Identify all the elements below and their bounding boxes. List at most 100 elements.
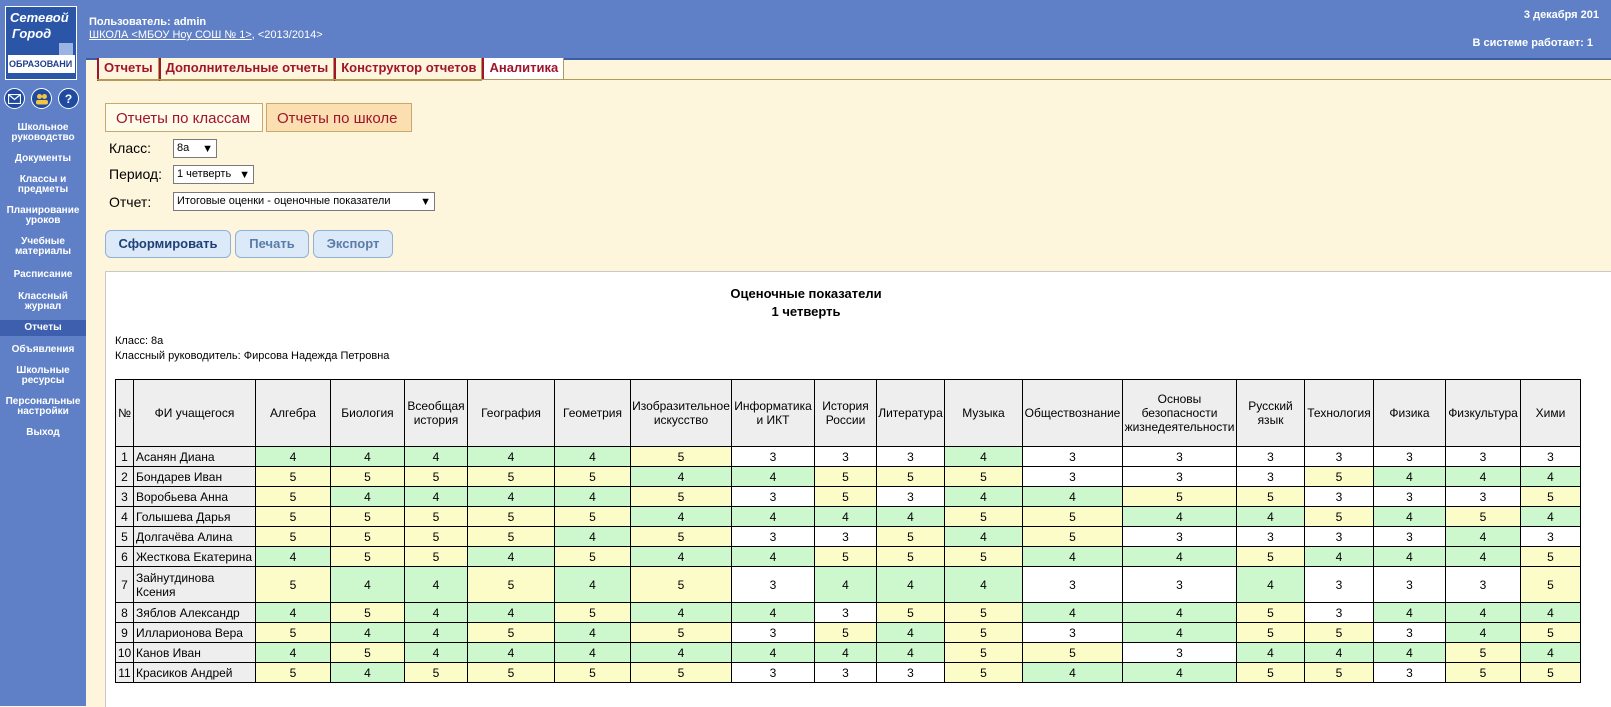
grade-cell: 3	[814, 602, 877, 623]
tab-report-builder[interactable]: Конструктор отчетов	[334, 58, 483, 81]
sidebar-item-class-journal[interactable]: Классный журнал	[0, 289, 86, 315]
sidebar-item-learning-materials[interactable]: Учебные материалы	[0, 234, 86, 260]
column-header: Литература	[876, 379, 945, 447]
grade-cell: 4	[404, 486, 468, 507]
grade-cell: 4	[1373, 602, 1446, 623]
grade-cell: 4	[630, 546, 732, 567]
row-number: 3	[115, 486, 134, 507]
tab-additional-reports[interactable]: Дополнительные отчеты	[158, 58, 335, 81]
subtab-school-reports[interactable]: Отчеты по школе	[266, 103, 412, 132]
grade-cell: 3	[731, 622, 815, 643]
export-button[interactable]: Экспорт	[313, 230, 393, 258]
sidebar-item-reports[interactable]: Отчеты	[0, 320, 86, 336]
grade-cell: 5	[330, 602, 405, 623]
grade-cell: 4	[814, 506, 877, 527]
report-select[interactable]: Итоговые оценки - оценочные показатели ▼	[173, 192, 435, 211]
column-header: Геометрия	[554, 379, 631, 447]
sidebar-item-school-resources[interactable]: Школьные ресурсы	[0, 363, 86, 389]
sidebar-item-logout[interactable]: Выход	[0, 425, 86, 441]
grade-cell: 5	[255, 526, 331, 547]
grade-cell: 3	[731, 446, 815, 467]
grade-cell: 5	[404, 662, 468, 683]
sidebar-icons: ?	[4, 88, 79, 109]
generate-button[interactable]: Сформировать	[105, 230, 231, 258]
sidebar-item-lesson-planning[interactable]: Планирование уроков	[0, 203, 86, 229]
grade-cell: 5	[554, 466, 631, 487]
current-date: 3 декабря 201	[1523, 9, 1599, 21]
sidebar-item-documents[interactable]: Документы	[0, 151, 86, 167]
grade-cell: 4	[876, 642, 945, 663]
grade-cell: 3	[1373, 566, 1446, 603]
grade-cell: 5	[1445, 662, 1521, 683]
grade-cell: 3	[1304, 486, 1374, 507]
logo-line3: ОБРАЗОВАНИ	[8, 55, 75, 73]
period-select-value: 1 четверть	[177, 168, 232, 180]
grade-cell: 4	[554, 526, 631, 547]
grade-cell: 3	[1445, 446, 1521, 467]
grade-cell: 4	[1022, 662, 1123, 683]
grade-cell: 3	[1022, 446, 1123, 467]
grade-cell: 5	[814, 486, 877, 507]
sidebar-item-schedule[interactable]: Расписание	[0, 267, 86, 283]
subtab-class-reports[interactable]: Отчеты по классам	[105, 103, 263, 132]
grade-cell: 3	[1022, 466, 1123, 487]
grade-cell: 4	[944, 566, 1023, 603]
grade-cell: 4	[255, 546, 331, 567]
print-button[interactable]: Печать	[235, 230, 309, 258]
grade-cell: 5	[630, 486, 732, 507]
grade-cell: 3	[1520, 526, 1581, 547]
sidebar-item-classes-subjects[interactable]: Классы и предметы	[0, 172, 86, 198]
column-header: Информатика и ИКТ	[731, 379, 815, 447]
users-icon[interactable]	[31, 88, 52, 109]
class-select[interactable]: 8а ▼	[173, 139, 217, 158]
column-header: География	[467, 379, 555, 447]
grade-cell: 5	[330, 546, 405, 567]
student-name: Асанян Диана	[133, 446, 256, 467]
chevron-down-icon: ▼	[420, 196, 431, 208]
grade-cell: 5	[404, 466, 468, 487]
student-name: Илларионова Вера	[133, 622, 256, 643]
sidebar-item-school-management[interactable]: Школьное руководство	[0, 120, 86, 146]
sidebar-menu: Школьное руководство Документы Классы и пр…	[0, 120, 86, 441]
school-link[interactable]: ШКОЛА <МБОУ Ноу СОШ № 1>	[89, 29, 252, 41]
tab-reports[interactable]: Отчеты	[97, 58, 159, 81]
grade-cell: 5	[1445, 642, 1521, 663]
sidebar-item-announcements[interactable]: Объявления	[0, 342, 86, 358]
report-tabs: Отчеты Дополнительные отчеты Конструктор…	[97, 58, 565, 81]
period-select[interactable]: 1 четверть ▼	[173, 165, 254, 184]
grade-cell: 5	[630, 446, 732, 467]
grade-cell: 4	[1122, 546, 1237, 567]
grade-cell: 4	[944, 446, 1023, 467]
grade-cell: 5	[1122, 486, 1237, 507]
grade-cell: 5	[330, 642, 405, 663]
logo[interactable]: Сетевой Город ОБРАЗОВАНИ	[5, 6, 77, 80]
grade-cell: 4	[1122, 662, 1237, 683]
column-header: Всеобщая история	[404, 379, 468, 447]
grade-cell: 4	[1236, 506, 1305, 527]
grade-cell: 4	[1373, 466, 1446, 487]
grade-cell: 4	[467, 446, 555, 467]
grade-cell: 4	[554, 566, 631, 603]
grade-cell: 4	[1520, 506, 1581, 527]
grade-cell: 3	[1373, 446, 1446, 467]
grade-cell: 5	[255, 466, 331, 487]
mail-icon[interactable]	[4, 88, 25, 109]
grade-cell: 5	[1304, 622, 1374, 643]
grade-cell: 4	[1373, 506, 1446, 527]
online-count: В системе работает: 1	[1472, 37, 1593, 49]
table-row: 3 Воробьева Анна 5 4 4 4 4 5 3 5 3 4 4 5 5 3 3 3 5	[115, 486, 1581, 507]
grade-cell: 5	[814, 466, 877, 487]
grade-cell: 4	[1445, 546, 1521, 567]
grade-cell: 5	[814, 622, 877, 643]
grade-cell: 5	[255, 622, 331, 643]
class-select-value: 8а	[177, 142, 190, 154]
help-icon[interactable]: ?	[58, 88, 79, 109]
report-select-value: Итоговые оценки - оценочные показатели	[177, 195, 391, 207]
grade-cell: 4	[876, 566, 945, 603]
student-name: Голышева Дарья	[133, 506, 256, 527]
grade-cell: 5	[404, 506, 468, 527]
sidebar-item-personal-settings[interactable]: Персональные настройки	[0, 394, 86, 420]
tab-analytics[interactable]: Аналитика	[482, 58, 565, 80]
grade-cell: 5	[330, 466, 405, 487]
grade-cell: 4	[876, 506, 945, 527]
